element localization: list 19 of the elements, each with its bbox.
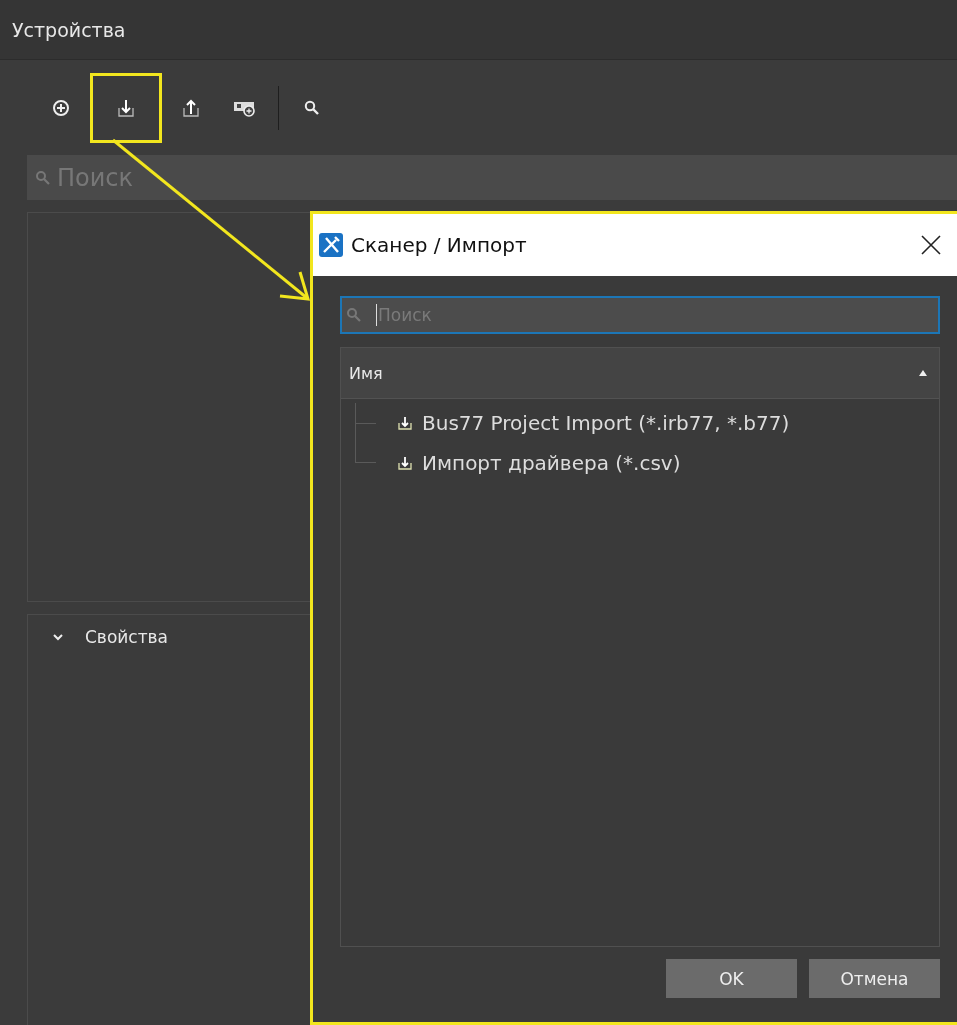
close-icon[interactable] [921, 235, 941, 255]
chevron-icon[interactable] [53, 633, 63, 641]
column-header[interactable]: Имя [341, 348, 939, 399]
tree-item[interactable]: Импорт драйвера (*.csv) [422, 451, 681, 475]
tree-item[interactable]: Bus77 Project Import (*.irb77, *.b77) [422, 411, 790, 435]
cancel-button[interactable]: Отмена [809, 959, 940, 998]
search-icon [304, 99, 320, 116]
properties-label[interactable]: Свойства [85, 627, 169, 647]
upload-icon [182, 97, 200, 118]
dialog-title: Сканер / Импорт [351, 233, 527, 257]
ok-button[interactable]: OK [666, 959, 797, 998]
tools-icon [319, 233, 343, 257]
import-button[interactable] [90, 72, 162, 143]
panel-title: Устройства [12, 18, 126, 41]
import-icon [398, 416, 412, 430]
download-icon [117, 97, 135, 118]
plus-circle-icon [52, 98, 70, 117]
sort-icon [919, 370, 927, 376]
import-icon [398, 456, 412, 470]
